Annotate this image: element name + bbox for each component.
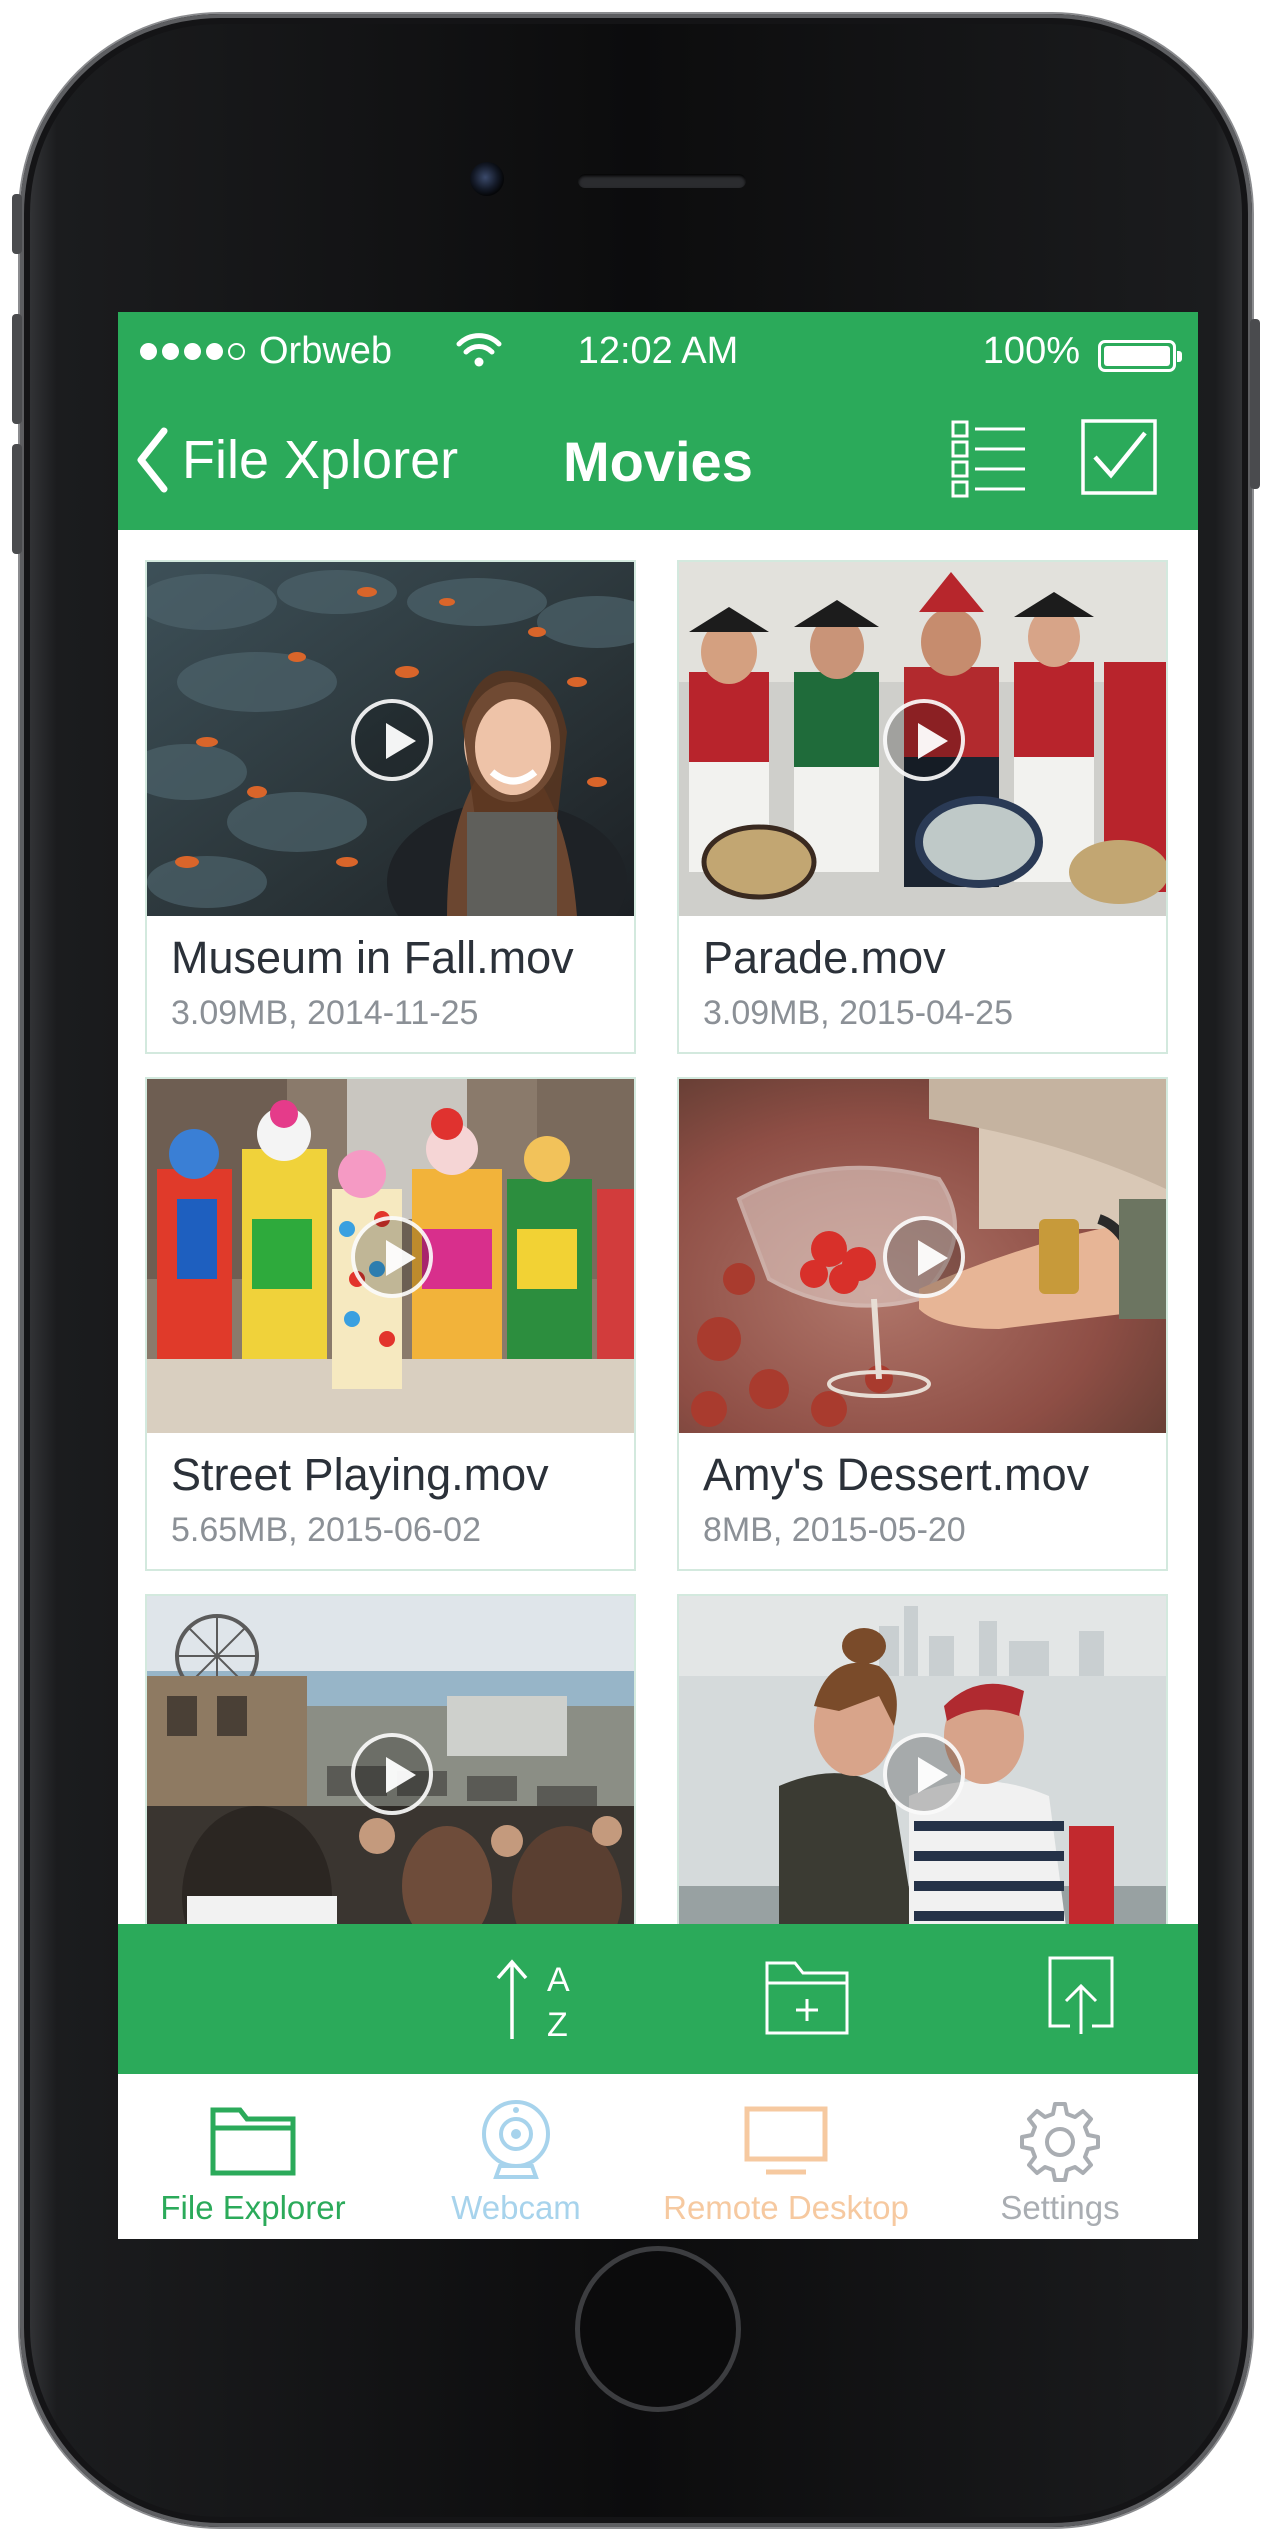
file-grid: Museum in Fall.mov 3.09MB, 2014-11-25 Pa…: [118, 530, 1198, 1924]
svg-text:Z: Z: [547, 2006, 568, 2044]
play-icon: [351, 1733, 433, 1815]
app-screen: Orbweb 12:02 AM 100% File Xplorer Movies: [118, 312, 1198, 2239]
svg-text:A: A: [547, 1961, 570, 1999]
video-thumbnail: [147, 562, 634, 916]
file-card[interactable]: [145, 1594, 636, 1924]
file-meta: 5.65MB, 2015-06-02: [171, 1511, 481, 1549]
volume-up-button: [12, 314, 22, 424]
tab-label: Webcam: [451, 2189, 581, 2226]
video-thumbnail: [147, 1596, 634, 1924]
tab-label: File Explorer: [160, 2189, 346, 2226]
status-bar: Orbweb 12:02 AM 100%: [118, 312, 1198, 390]
tab-bar: File Explorer Webcam Remote Desktop Sett…: [118, 2074, 1198, 2239]
webcam-icon: [482, 2100, 550, 2179]
battery-percentage: 100%: [982, 330, 1080, 372]
earpiece-speaker: [578, 174, 746, 188]
file-name: Amy's Dessert.mov: [703, 1449, 1090, 1500]
tab-webcam[interactable]: Webcam: [381, 2074, 651, 2239]
volume-down-button: [12, 444, 22, 554]
play-icon: [883, 1216, 965, 1298]
video-thumbnail: [679, 1596, 1166, 1924]
back-button-label: File Xplorer: [182, 430, 459, 490]
file-name: Street Playing.mov: [171, 1449, 549, 1500]
sort-az-icon[interactable]: A Z: [492, 1954, 582, 2044]
folder-icon: [210, 2107, 296, 2176]
page-title: Movies: [563, 430, 753, 493]
file-card[interactable]: Street Playing.mov 5.65MB, 2015-06-02: [145, 1077, 636, 1571]
upload-icon[interactable]: [1048, 1956, 1114, 2036]
file-card[interactable]: Museum in Fall.mov 3.09MB, 2014-11-25: [145, 560, 636, 1054]
file-card[interactable]: Amy's Dessert.mov 8MB, 2015-05-20: [677, 1077, 1168, 1571]
gear-icon: [1020, 2102, 1100, 2182]
list-view-icon[interactable]: [951, 420, 1027, 498]
file-meta: 8MB, 2015-05-20: [703, 1511, 966, 1549]
tab-settings[interactable]: Settings: [925, 2074, 1195, 2239]
play-icon: [883, 699, 965, 781]
tab-file-explorer[interactable]: File Explorer: [118, 2074, 388, 2239]
play-icon: [883, 1733, 965, 1815]
play-icon: [351, 699, 433, 781]
phone-frame: Orbweb 12:02 AM 100% File Xplorer Movies: [12, 14, 1260, 2527]
tab-label: Remote Desktop: [663, 2189, 909, 2226]
tab-label: Settings: [1000, 2189, 1120, 2226]
video-thumbnail: [679, 562, 1166, 916]
file-name: Museum in Fall.mov: [171, 932, 574, 983]
play-icon: [351, 1216, 433, 1298]
file-meta: 3.09MB, 2014-11-25: [171, 994, 479, 1032]
file-card[interactable]: Parade.mov 3.09MB, 2015-04-25: [677, 560, 1168, 1054]
mute-switch: [12, 194, 22, 254]
video-thumbnail: [679, 1079, 1166, 1433]
tab-remote-desktop[interactable]: Remote Desktop: [651, 2074, 921, 2239]
file-card[interactable]: [677, 1594, 1168, 1924]
monitor-icon: [744, 2106, 828, 2175]
action-toolbar: A Z: [118, 1924, 1198, 2074]
video-thumbnail: [147, 1079, 634, 1433]
power-button: [1250, 319, 1260, 489]
navigation-bar: File Xplorer Movies: [118, 390, 1198, 530]
file-meta: 3.09MB, 2015-04-25: [703, 994, 1013, 1032]
battery-icon: [1098, 340, 1182, 372]
new-folder-icon[interactable]: [765, 1959, 849, 2035]
select-checkbox-icon[interactable]: [1081, 419, 1157, 495]
front-camera: [470, 162, 504, 196]
back-button[interactable]: File Xplorer: [136, 415, 458, 505]
chevron-left-icon: [137, 427, 168, 493]
home-button[interactable]: [575, 2246, 741, 2412]
file-name: Parade.mov: [703, 932, 946, 983]
